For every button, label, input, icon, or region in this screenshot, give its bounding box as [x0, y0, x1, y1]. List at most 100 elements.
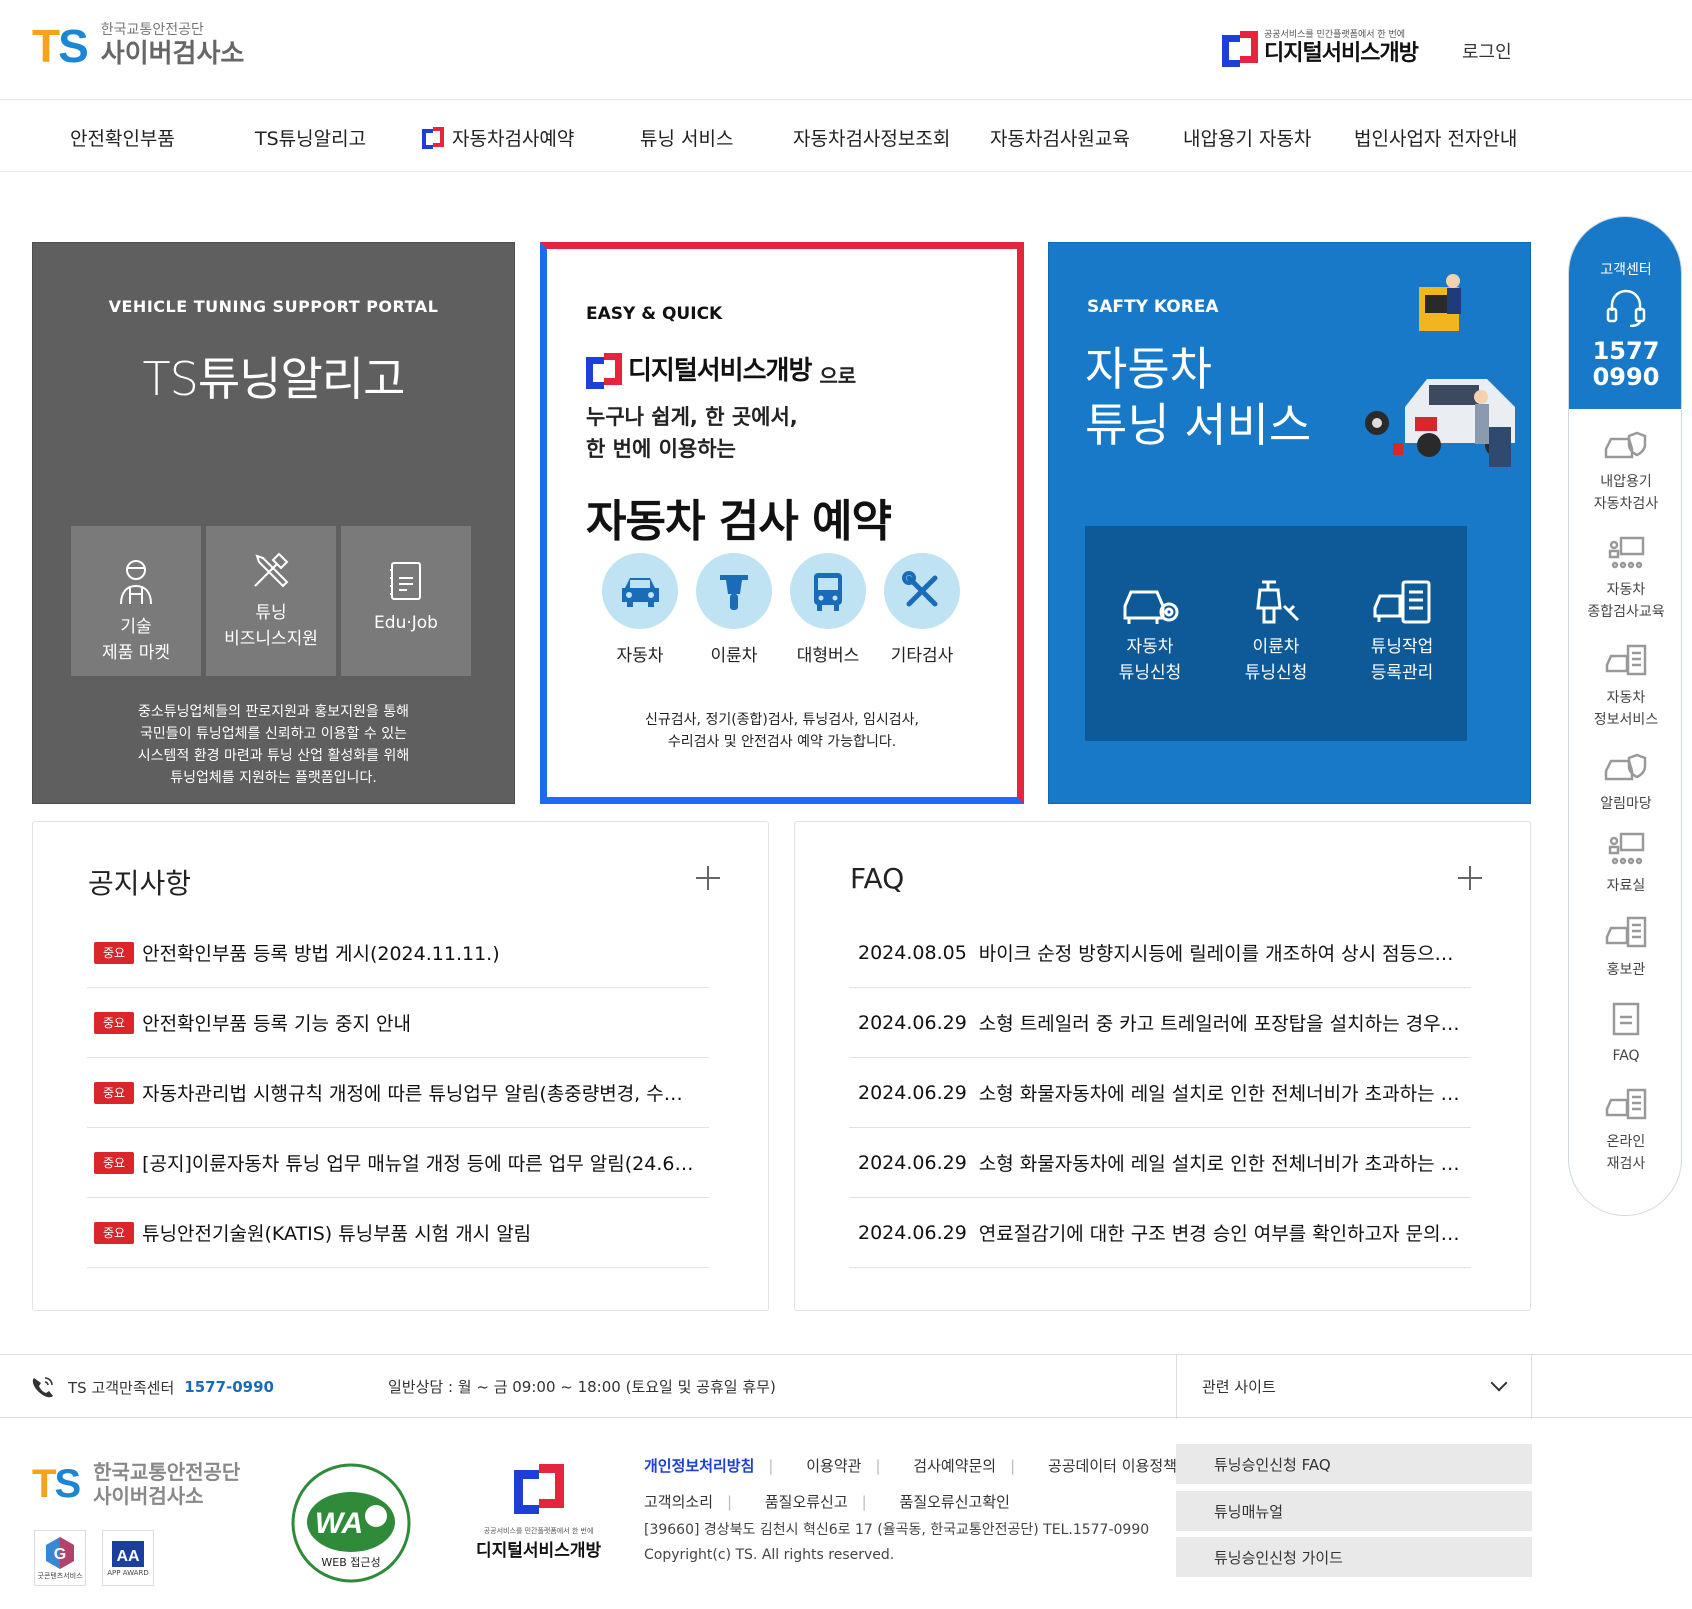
cs-phone-number[interactable]: 1577-0990 [184, 1378, 274, 1396]
terms-link[interactable]: 이용약관 [806, 1457, 861, 1475]
tile-motorcycle-tuning-apply[interactable]: 이륜차 튜닝신청 [1211, 526, 1341, 741]
classroom-icon [1608, 832, 1645, 865]
notice-row[interactable]: 중요 튜닝안전기술원(KATIS) 튜닝부품 시험 개시 알림 [87, 1198, 709, 1268]
footer-address: [39660] 경상북도 김천시 혁신6로 17 (율곡동, 한국교통안전공단)… [644, 1522, 1150, 1563]
digital-service-logo[interactable]: 공공서비스를 민간플랫폼에서 한 번에 디지털서비스개방 [1222, 30, 1419, 67]
nav-item-pressure-vessel[interactable]: 내압용기 자동차 [1183, 124, 1311, 151]
quick-item-promotion[interactable]: 홍보관 [1569, 915, 1681, 981]
svg-text:AA: AA [116, 1548, 140, 1565]
notice-title: 공지사항 [88, 867, 192, 900]
card-title: TS튜닝알리고 [142, 352, 406, 406]
app-award-badge: AA APP AWARD [102, 1530, 154, 1586]
car-checklist-icon [1605, 1088, 1647, 1120]
footer-links: 개인정보처리방침| 이용약관| 검사예약문의| 공공데이터 이용정책| 고객의소… [644, 1457, 1196, 1511]
important-badge: 중요 [94, 1221, 135, 1244]
car-icon [622, 578, 659, 607]
classroom-icon [1608, 536, 1645, 569]
bus-icon [814, 573, 842, 611]
more-plus-icon[interactable] [696, 866, 720, 890]
privacy-policy-link[interactable]: 개인정보처리방침 [644, 1457, 754, 1475]
faq-row[interactable]: 2024.06.29 소형 화물자동차에 레일 설치로 인한 전체너비가 초과하는… [849, 1128, 1471, 1198]
nav-item-corporate[interactable]: 법인사업자 전자안내 [1354, 124, 1517, 151]
customer-voice-link[interactable]: 고객의소리 [644, 1493, 713, 1511]
nav-item-inspector-education[interactable]: 자동차검사원교육 [990, 124, 1130, 151]
cs-contact: TS 고객만족센터 1577-0990 [30, 1375, 274, 1399]
quality-error-check-link[interactable]: 품질오류신고확인 [900, 1493, 1010, 1511]
faq-row[interactable]: 2024.06.29 소형 화물자동차에 레일 설치로 인한 전체너비가 초과하는… [849, 1058, 1471, 1128]
nav-item-inspection-info[interactable]: 자동차검사정보조회 [793, 124, 950, 151]
tile-edu-job[interactable]: Edu·Job [341, 526, 471, 676]
quick-item-archive[interactable]: 자료실 [1569, 831, 1681, 897]
booking-inquiry-link[interactable]: 검사예약문의 [913, 1457, 996, 1475]
notice-row[interactable]: 중요 [공지]이륜자동차 튜닝 업무 매뉴얼 개정 등에 따른 업무 알림(24.… [87, 1128, 709, 1198]
tile-car-tuning-apply[interactable]: 자동차 튜닝신청 [1085, 526, 1215, 741]
inspection-booking-card: EASY & QUICK 디지털서비스개방 으로 누구나 쉽게, 한 곳에서, … [540, 242, 1024, 804]
quick-item-notice-board[interactable]: 알림마당 [1569, 749, 1681, 815]
wrench-screwdriver-icon [902, 571, 938, 607]
booking-car[interactable]: 자동차 [602, 553, 678, 666]
quick-item-faq[interactable]: FAQ [1569, 1001, 1681, 1067]
related-sites-select[interactable]: 관련 사이트 [1176, 1355, 1532, 1419]
faq-title: FAQ [850, 862, 905, 895]
logo-title: 사이버검사소 [100, 39, 245, 69]
tile-tuning-business[interactable]: 튜닝 비즈니스지원 [206, 526, 336, 676]
important-badge: 중요 [94, 1081, 135, 1104]
document-icon [1612, 1002, 1640, 1036]
quality-error-report-link[interactable]: 품질오류신고 [765, 1493, 848, 1511]
scooter-wrench-icon [1256, 580, 1300, 624]
quick-item-car-info[interactable]: 자동차 정보서비스 [1569, 643, 1681, 731]
tuning-faq-button[interactable]: 튜닝승인신청 FAQ [1176, 1444, 1532, 1484]
important-badge: 중요 [94, 1011, 135, 1034]
quick-item-inspection-education[interactable]: 자동차 종합검사교육 [1569, 535, 1681, 623]
phone-icon [32, 1377, 53, 1398]
more-plus-icon[interactable] [1458, 866, 1482, 890]
nav-item-ts-tuning[interactable]: TS튜닝알리고 [255, 124, 366, 151]
car-gear-icon [1123, 590, 1179, 624]
tile-tuning-work-register[interactable]: 튜닝작업 등록관리 [1337, 526, 1467, 741]
tuning-manual-button[interactable]: 튜닝매뉴얼 [1176, 1491, 1532, 1531]
car-shield-icon [1604, 753, 1647, 781]
quick-item-online-reinspection[interactable]: 온라인 재검사 [1569, 1087, 1681, 1175]
booking-bus[interactable]: 대형버스 [790, 553, 866, 666]
chevron-down-icon [1490, 1374, 1508, 1392]
quick-menu: 고객센터 1577 0990 내압용기 자동차검사 자동차 종합검사교육 자동차 정보… [1568, 216, 1682, 1216]
booking-other[interactable]: 기타검사 [884, 553, 960, 666]
faq-row[interactable]: 2024.06.29 연료절감기에 대한 구조 변경 승인 여부를 확인하고자 문… [849, 1198, 1471, 1268]
digital-service-icon [586, 353, 622, 389]
tile-tech-market[interactable]: 기술 제품 마켓 [71, 526, 201, 676]
booking-motorcycle[interactable]: 이륜차 [696, 553, 772, 666]
ts-logo-mark: TS [32, 20, 89, 72]
card-title: 자동차 검사 예약 [586, 496, 892, 547]
public-data-policy-link[interactable]: 공공데이터 이용정책 [1048, 1457, 1177, 1475]
customer-center[interactable]: 고객센터 1577 0990 [1569, 217, 1681, 409]
faq-row[interactable]: 2024.06.29 소형 트레일러 중 카고 트레일러에 포장탑을 설치하는 경… [849, 988, 1471, 1058]
svg-text:WEB 접근성: WEB 접근성 [321, 1556, 380, 1569]
web-accessibility-mark: WA WEB 접근성 [291, 1463, 411, 1583]
card-kicker: SAFTY KOREA [1087, 297, 1219, 317]
important-badge: 중요 [94, 1151, 135, 1174]
footer-badges: G 굿콘텐츠서비스 AA APP AWARD [34, 1530, 170, 1586]
tuning-guide-button[interactable]: 튜닝승인신청 가이드 [1176, 1537, 1532, 1577]
customer-service-bar: TS 고객만족센터 1577-0990 일반상담 : 월 ~ 금 09:00 ~… [0, 1354, 1692, 1419]
card-description: 중소튜닝업체들의 판로지원과 홍보지원을 통해 국민들이 튜닝업체를 신뢰하고 … [137, 704, 410, 786]
nav-item-inspection-booking[interactable]: 자동차검사예약 [422, 124, 574, 151]
faq-panel: FAQ 2024.08.05 바이크 순정 방향지시등에 릴레이를 개조하여 상시… [794, 821, 1531, 1311]
notice-row[interactable]: 중요 안전확인부품 등록 기능 중지 안내 [87, 988, 709, 1058]
nav-item-safety-parts[interactable]: 안전확인부품 [70, 124, 175, 151]
footer-digital-service-logo[interactable]: 공공서비스를 민간플랫폼에서 한 번에 디지털서비스개방 [476, 1464, 601, 1561]
logo-subtitle: 한국교통안전공단 [100, 22, 204, 38]
important-badge: 중요 [94, 941, 135, 964]
car-checklist-icon [1605, 916, 1647, 948]
site-logo[interactable]: TS 한국교통안전공단 사이버검사소 [32, 22, 244, 70]
car-checklist-icon [1373, 580, 1431, 624]
quick-item-pressure-vessel[interactable]: 내압용기 자동차검사 [1569, 427, 1681, 515]
tuning-portal-card: VEHICLE TUNING SUPPORT PORTAL TS튜닝알리고 기술… [32, 242, 515, 804]
nav-item-tuning-service[interactable]: 튜닝 서비스 [640, 124, 733, 151]
card-kicker: EASY & QUICK [586, 304, 723, 324]
notice-row[interactable]: 중요 안전확인부품 등록 방법 게시(2024.11.11.) [87, 918, 709, 988]
mechanic-icon [120, 560, 152, 605]
card-description: 신규검사, 정기(종합)검사, 튜닝검사, 임시검사, 수리검사 및 안전검사 … [645, 712, 919, 750]
faq-row[interactable]: 2024.08.05 바이크 순정 방향지시등에 릴레이를 개조하여 상시 점등으… [849, 918, 1471, 988]
login-link[interactable]: 로그인 [1462, 38, 1512, 64]
notice-row[interactable]: 중요 자동차관리법 시행규칙 개정에 따른 튜닝업무 알림(총중량변경, 수… [87, 1058, 709, 1128]
